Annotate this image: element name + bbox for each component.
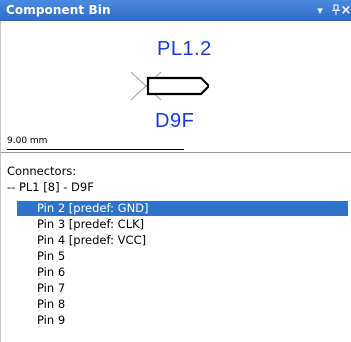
close-icon[interactable]: × — [338, 2, 351, 18]
panel-title: Component Bin — [6, 3, 111, 17]
panel-title-bar[interactable]: Component Bin ▾ × — [0, 0, 351, 21]
component-preview: PL1.2 D9F 9.00 mm — [0, 21, 351, 152]
scale-bar — [7, 149, 184, 150]
list-heading: Connectors: — [7, 164, 77, 178]
list-item[interactable]: Pin 2 [predef: GND] — [37, 201, 149, 215]
reference-label: PL1.2 — [157, 38, 212, 60]
list-item[interactable]: Pin 8 — [37, 297, 65, 311]
connector-group-item[interactable]: -- PL1 [8] - D9F — [7, 180, 94, 194]
connector-list[interactable]: Connectors: -- PL1 [8] - D9F Pin 2 [pred… — [0, 152, 351, 342]
list-item[interactable]: Pin 9 — [37, 313, 65, 327]
value-label: D9F — [155, 110, 195, 132]
connector-pin-symbol-icon — [130, 71, 209, 101]
scale-text: 9.00 mm — [7, 136, 48, 146]
list-item[interactable]: Pin 5 — [37, 249, 65, 263]
chevron-down-icon[interactable]: ▾ — [312, 2, 328, 18]
list-item[interactable]: Pin 3 [predef: CLK] — [37, 217, 144, 231]
list-item[interactable]: Pin 4 [predef: VCC] — [37, 233, 146, 247]
list-item[interactable]: Pin 6 — [37, 265, 65, 279]
list-item[interactable]: Pin 7 — [37, 281, 65, 295]
